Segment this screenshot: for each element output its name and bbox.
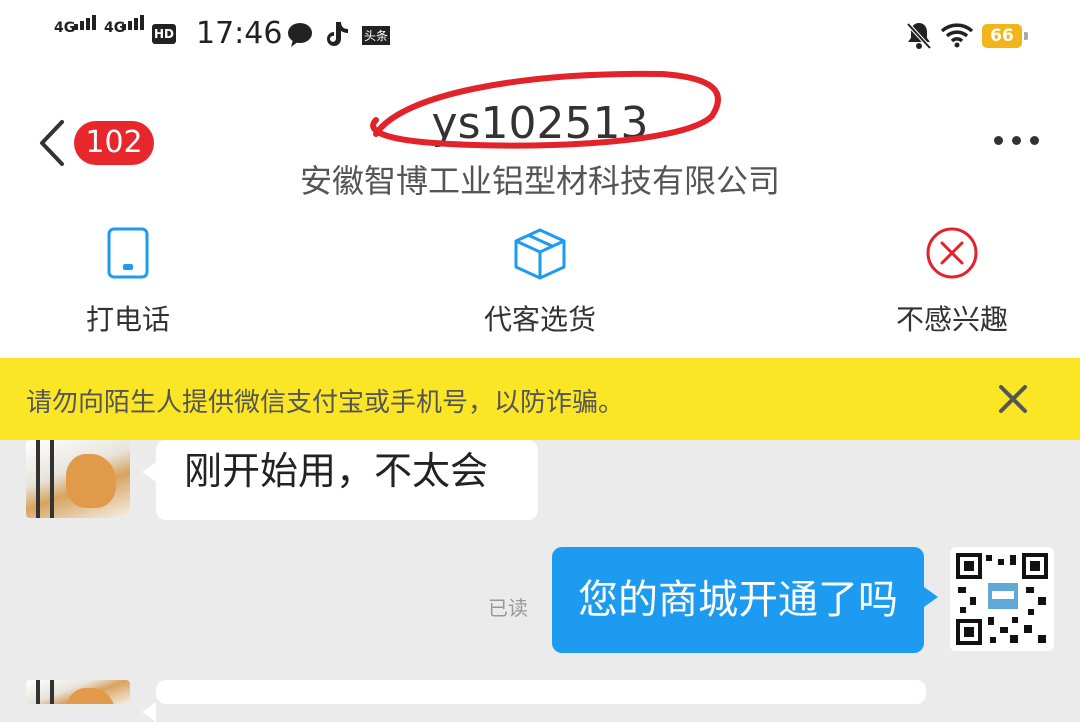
toutiao-badge: 头条 [362,26,391,45]
message-icon [288,23,312,47]
call-label: 打电话 [85,303,170,336]
select-goods-label: 代客选货 [483,303,596,336]
message-bubble-incoming: 刚开始用，不太会 [142,440,538,520]
message-text: 您的商城开通了吗 [578,577,898,623]
wifi-icon [940,23,974,48]
clock: 17:46 [196,16,283,51]
avatar[interactable] [26,440,130,518]
call-button[interactable]: 打电话 [28,226,228,338]
read-receipt: 已读 [488,596,528,620]
close-circle-icon [926,227,978,279]
select-goods-button[interactable]: 代客选货 [440,226,640,338]
qr-code-icon [956,553,1048,645]
company-name: 安徽智博工业铝型材科技有限公司 [299,162,780,200]
not-interested-label: 不感兴趣 [895,303,1008,336]
more-options-button[interactable] [994,130,1048,149]
message-bubble-incoming [142,680,926,722]
tiktok-icon [327,22,348,46]
close-icon[interactable] [998,384,1028,414]
red-annotation-circle [370,70,721,149]
warning-text: 请勿向陌生人提供微信支付宝或手机号，以防诈骗。 [26,388,625,418]
battery-icon: 66 [982,24,1028,48]
fraud-warning-banner: 请勿向陌生人提供微信支付宝或手机号，以防诈骗。 [0,358,1080,440]
avatar[interactable] [26,680,130,704]
signal-label-1: 4G [54,20,76,36]
phone-icon [107,227,149,279]
box-icon [514,228,566,280]
message-text: 刚开始用，不太会 [184,449,489,493]
not-interested-button[interactable]: 不感兴趣 [852,226,1052,338]
qr-code-avatar[interactable] [950,547,1054,651]
mute-bell-icon [906,22,932,50]
message-bubble-outgoing: 您的商城开通了吗 [552,547,938,653]
status-bar: 4G 4G HD 17:46 头条 66 [0,0,1080,72]
hd-icon: HD [152,24,176,44]
